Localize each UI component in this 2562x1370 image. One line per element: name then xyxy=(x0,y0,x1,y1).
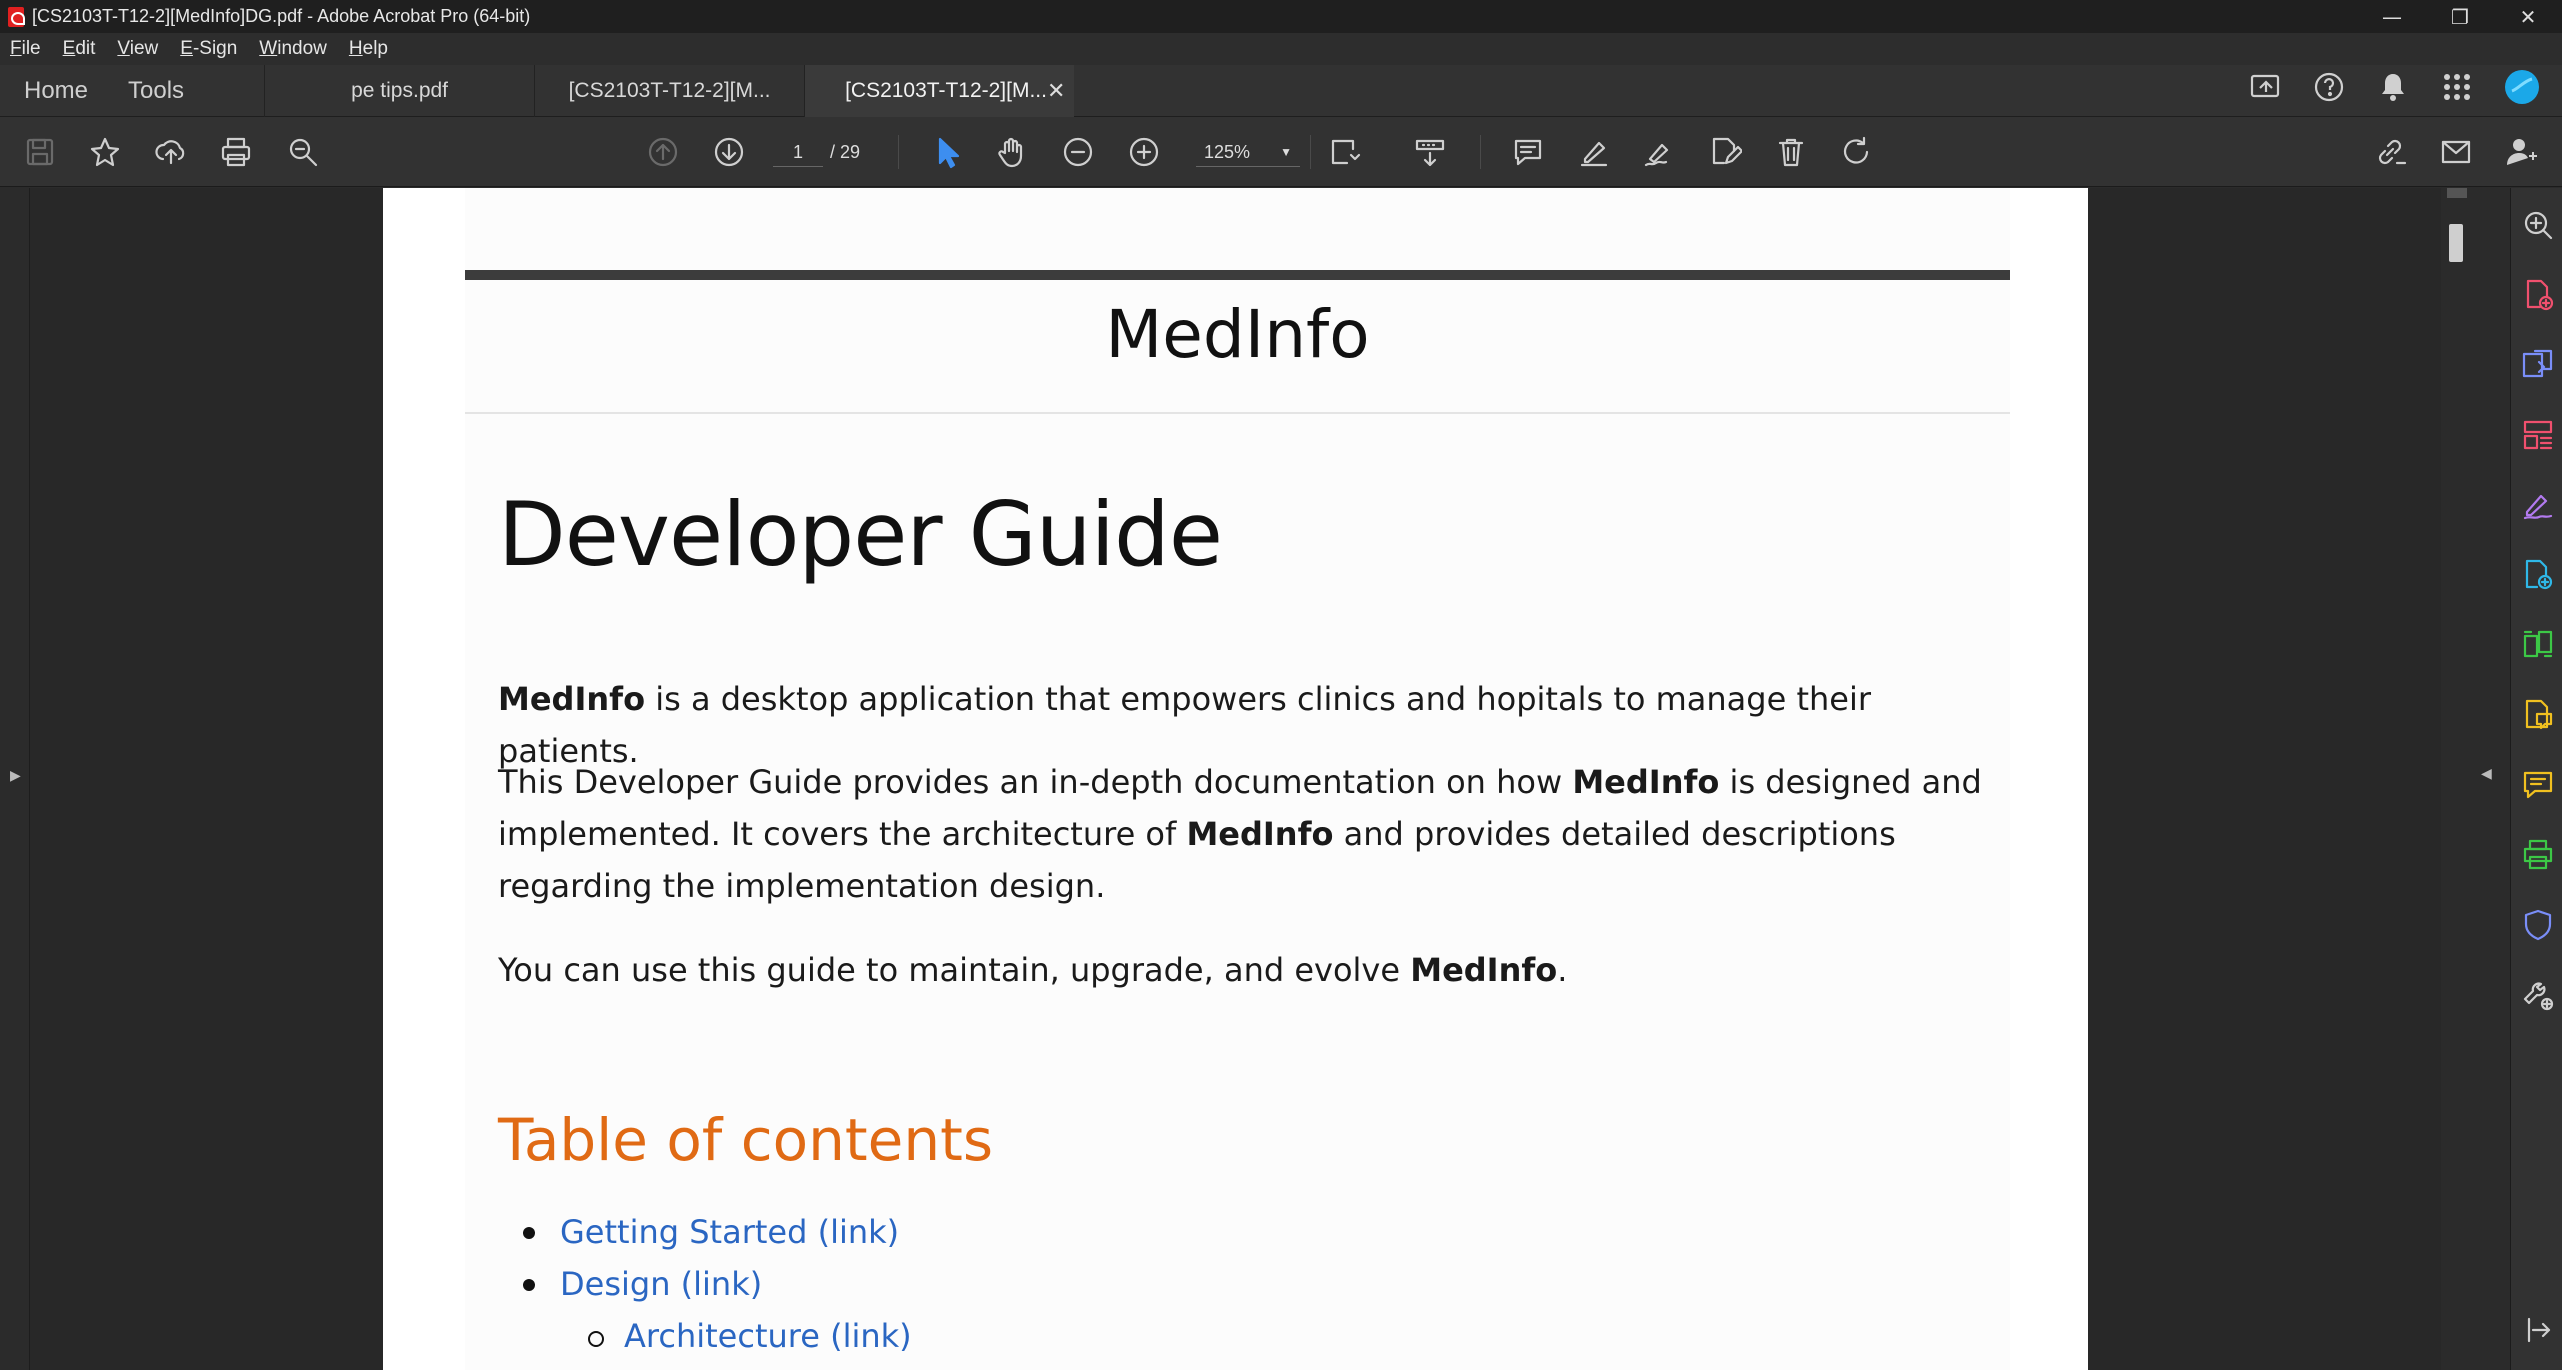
header-rule xyxy=(465,270,2010,280)
scrollbar-thumb[interactable] xyxy=(2449,224,2463,262)
vertical-scrollbar[interactable] xyxy=(2441,188,2471,1370)
enhance-scan-icon[interactable] xyxy=(2521,208,2555,242)
find-zoom-icon[interactable] xyxy=(285,134,321,170)
window-title: [CS2103T-T12-2][MedInfo]DG.pdf - Adobe A… xyxy=(32,6,531,26)
close-window-button[interactable]: ✕ xyxy=(2494,0,2562,33)
print-production-icon[interactable] xyxy=(2521,838,2555,872)
text: You can use this guide to maintain, upgr… xyxy=(498,951,1411,989)
create-pdf-icon[interactable] xyxy=(2521,278,2555,312)
compare-files-icon[interactable] xyxy=(2521,628,2555,662)
site-title: MedInfo xyxy=(1105,296,1370,373)
zoom-in-icon[interactable] xyxy=(1126,134,1162,170)
share-screen-icon[interactable] xyxy=(2248,70,2282,111)
minimize-button[interactable]: — xyxy=(2358,0,2426,33)
rotate-icon[interactable] xyxy=(1838,134,1874,170)
doc-tab-pe-tips[interactable]: pe tips.pdf xyxy=(264,64,534,117)
bold-text: MedInfo xyxy=(1186,815,1334,853)
menu-file[interactable]: File xyxy=(10,38,41,60)
page-title: Developer Guide xyxy=(498,483,1223,586)
link-share-icon[interactable] xyxy=(2372,134,2408,170)
comment-tool-icon[interactable] xyxy=(2521,698,2555,732)
edit-pdf-icon[interactable] xyxy=(1707,134,1743,170)
expand-left-panel-icon[interactable]: ▶ xyxy=(10,768,21,784)
add-comment-icon[interactable] xyxy=(2521,768,2555,802)
overview-paragraph: This Developer Guide provides an in-dept… xyxy=(498,756,1988,912)
left-panel-toggle-strip[interactable]: ▶ xyxy=(0,188,30,1370)
chevron-down-icon: ▼ xyxy=(1280,145,1292,159)
page-total: / 29 xyxy=(830,142,861,162)
close-tab-icon[interactable]: ✕ xyxy=(1047,78,1065,104)
help-icon[interactable] xyxy=(2312,70,2346,111)
tab-home[interactable]: Home xyxy=(0,77,108,105)
divider xyxy=(465,412,2010,414)
zoom-select[interactable]: 125% ▼ xyxy=(1196,137,1300,167)
tools-pane xyxy=(2510,188,2562,1370)
doc-tab-label: pe tips.pdf xyxy=(351,78,449,102)
right-panel-toggle-strip[interactable]: ◀ xyxy=(2471,188,2510,1370)
page-content: MedInfo Developer Guide MedInfo is a des… xyxy=(465,188,2010,1370)
save-icon[interactable] xyxy=(22,134,58,170)
toc-list: Getting Started (link) Design (link) Arc… xyxy=(498,1206,912,1362)
upload-cloud-icon[interactable] xyxy=(153,134,189,170)
export-pdf-icon[interactable] xyxy=(2521,348,2555,382)
protect-shield-icon[interactable] xyxy=(2521,908,2555,942)
share-people-icon[interactable] xyxy=(2504,134,2540,170)
select-cursor-icon[interactable] xyxy=(929,134,965,170)
comment-icon[interactable] xyxy=(1510,134,1546,170)
previous-page-icon[interactable] xyxy=(645,134,681,170)
menu-esign[interactable]: E-Sign xyxy=(180,38,237,60)
pdf-page: MedInfo Developer Guide MedInfo is a des… xyxy=(383,188,2088,1370)
more-tools-icon[interactable] xyxy=(2521,978,2555,1012)
restore-button[interactable]: ❐ xyxy=(2426,0,2494,33)
highlight-pen-icon[interactable] xyxy=(1576,134,1612,170)
tab-tools[interactable]: Tools xyxy=(108,77,204,105)
draw-signature-icon[interactable] xyxy=(1641,134,1677,170)
delete-trash-icon[interactable] xyxy=(1773,134,1809,170)
scrollbar-cap xyxy=(2447,188,2467,198)
notifications-bell-icon[interactable] xyxy=(2376,70,2410,111)
page-number-input[interactable]: 1 xyxy=(773,137,823,167)
bold-text: MedInfo xyxy=(1572,763,1720,801)
doc-tab-label: [CS2103T-T12-2][M... xyxy=(845,78,1047,102)
usage-paragraph: You can use this guide to maintain, upgr… xyxy=(498,944,1988,996)
collapse-right-panel-icon[interactable]: ◀ xyxy=(2481,766,2492,782)
menu-window[interactable]: Window xyxy=(259,38,327,60)
apps-grid-icon[interactable] xyxy=(2440,70,2474,111)
toc-link-architecture[interactable]: Architecture (link) xyxy=(498,1310,912,1362)
organize-pages-icon[interactable] xyxy=(2521,418,2555,452)
toc-link-design[interactable]: Design (link) xyxy=(498,1258,912,1310)
tab-bar: Home Tools pe tips.pdf [CS2103T-T12-2][M… xyxy=(0,64,2562,117)
scroll-mode-icon[interactable] xyxy=(1412,134,1448,170)
toc-link-getting-started[interactable]: Getting Started (link) xyxy=(498,1206,912,1258)
menu-help[interactable]: Help xyxy=(349,38,388,60)
bold-text: MedInfo xyxy=(498,680,646,718)
doc-tab-medinfo-active[interactable]: [CS2103T-T12-2][M... ✕ xyxy=(804,64,1075,117)
acrobat-app-icon xyxy=(8,6,25,27)
zoom-out-icon[interactable] xyxy=(1060,134,1096,170)
doc-tab-medinfo-1[interactable]: [CS2103T-T12-2][M... xyxy=(534,64,804,117)
text: This Developer Guide provides an in-dept… xyxy=(498,763,1573,801)
collapse-pane-icon[interactable] xyxy=(2521,1313,2555,1347)
next-page-icon[interactable] xyxy=(711,134,747,170)
page-fit-icon[interactable] xyxy=(1328,134,1364,170)
email-icon[interactable] xyxy=(2438,134,2474,170)
hand-pan-icon[interactable] xyxy=(994,134,1030,170)
request-signature-icon[interactable] xyxy=(2521,558,2555,592)
doc-tab-label: [CS2103T-T12-2][M... xyxy=(568,78,771,102)
fill-sign-icon[interactable] xyxy=(2521,488,2555,522)
text: . xyxy=(1557,951,1568,989)
menu-edit[interactable]: Edit xyxy=(63,38,96,60)
menu-view[interactable]: View xyxy=(117,38,158,60)
user-avatar[interactable] xyxy=(2504,69,2540,112)
bookmark-star-icon[interactable] xyxy=(87,134,123,170)
toc-heading: Table of contents xyxy=(498,1106,994,1174)
window-titlebar: [CS2103T-T12-2][MedInfo]DG.pdf - Adobe A… xyxy=(0,0,2562,33)
zoom-value: 125% xyxy=(1204,142,1251,162)
menu-bar: File Edit View E-Sign Window Help xyxy=(0,33,2562,65)
bold-text: MedInfo xyxy=(1410,951,1558,989)
print-icon[interactable] xyxy=(218,134,254,170)
